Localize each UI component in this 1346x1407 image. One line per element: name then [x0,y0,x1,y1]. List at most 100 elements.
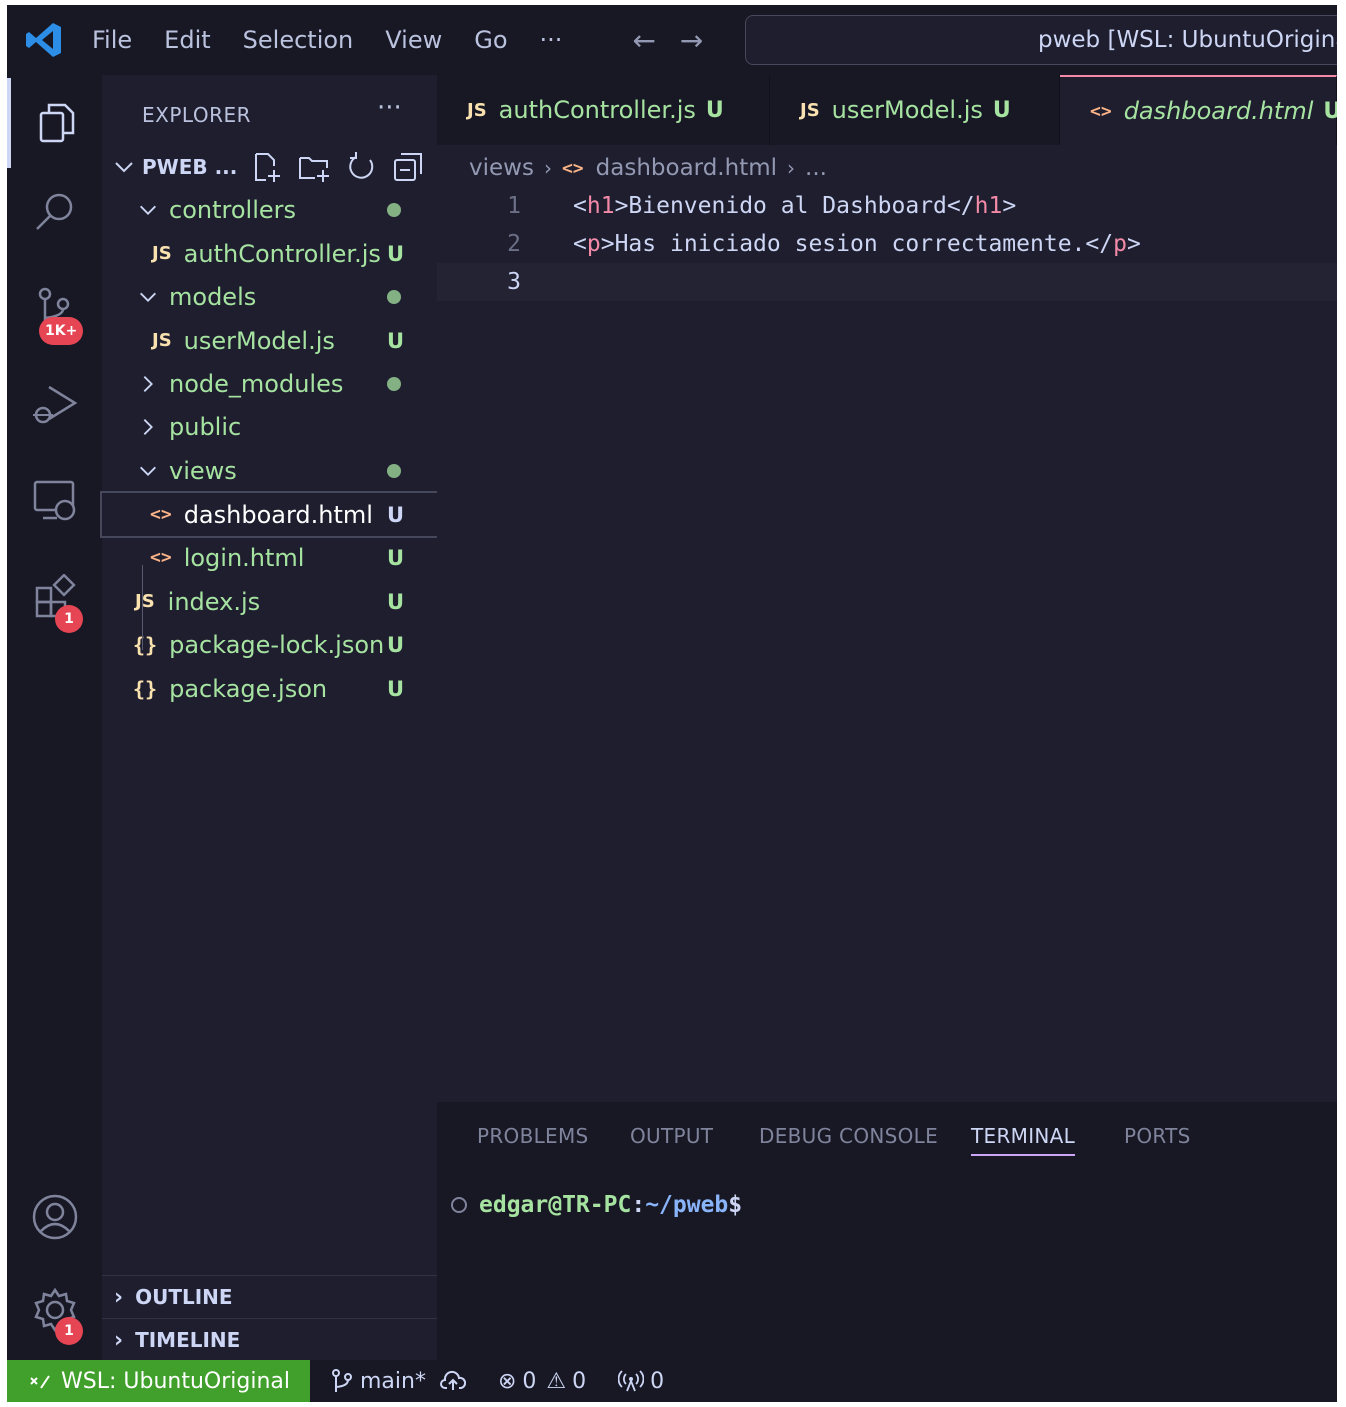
manage-activity[interactable]: 1 [7,1265,102,1355]
code-editor[interactable]: 1 <h1>Bienvenido al Dashboard</h1> 2 <p>… [437,185,1337,1100]
untracked-status: U [387,589,405,614]
tree-item-label: node_modules [169,369,344,398]
ports-count: 0 [650,1368,665,1394]
tree-file-authcontroller[interactable]: JS authController.js U [102,232,437,275]
editor-tabs: JS authController.js U JS userModel.js U… [437,75,1337,145]
menu-edit[interactable]: Edit [164,26,210,54]
tree-item-label: userModel.js [183,326,335,355]
remote-indicator[interactable]: WSL: UbuntuOriginal [7,1360,310,1402]
git-branch-status[interactable]: main* [330,1368,466,1394]
broadcast-icon [618,1370,645,1392]
menu-selection[interactable]: Selection [243,26,354,54]
code-tag-open: p [586,231,601,257]
run-debug-icon [32,385,77,424]
vscode-logo-icon [26,23,61,57]
search-activity[interactable] [7,168,102,258]
tree-file-package-lock[interactable]: {} package-lock.json U [102,623,437,666]
modified-dot [387,463,401,478]
tab-dashboard[interactable]: <> dashboard.html U [1060,75,1337,145]
tree-item-label: views [169,456,237,485]
tab-authcontroller[interactable]: JS authController.js U [437,75,770,145]
forward-arrow-icon[interactable]: → [680,24,703,57]
menu-more[interactable]: ··· [540,26,563,54]
explorer-activity[interactable] [7,78,102,168]
explorer-title: EXPLORER [142,103,251,127]
tree-file-index[interactable]: JS index.js U [102,580,437,623]
code-tag-close: p [1113,231,1127,257]
breadcrumb-rest[interactable]: ... [805,155,827,181]
account-icon [32,1194,77,1240]
chevron-right-icon: › [114,1327,124,1353]
refresh-icon[interactable] [344,150,378,184]
breadcrumb-folder[interactable]: views [469,155,534,181]
extensions-badge: 1 [55,605,83,633]
new-folder-icon[interactable] [297,150,331,184]
panel-tab-ports[interactable]: PORTS [1124,1124,1191,1148]
run-debug-activity[interactable] [7,360,102,450]
tree-item-label: package-lock.json [169,630,385,659]
javascript-file-icon: JS [467,99,487,121]
html-file-icon: <> [561,157,584,179]
outline-section[interactable]: › OUTLINE [102,1275,437,1318]
explorer-more-button[interactable]: ··· [377,93,402,123]
tab-label: dashboard.html [1123,97,1314,125]
new-file-icon[interactable] [250,150,284,184]
timeline-section[interactable]: › TIMELINE [102,1318,437,1361]
tree-file-usermodel[interactable]: JS userModel.js U [102,319,437,362]
extensions-activity[interactable]: 1 [7,553,102,643]
tree-file-package[interactable]: {} package.json U [102,667,437,710]
tree-item-label: login.html [183,543,305,572]
git-branch-icon [332,1369,352,1392]
source-control-activity[interactable]: 1K+ [7,263,102,353]
problems-status[interactable]: ⊗ 0 ⚠ 0 [498,1369,586,1394]
panel-tab-debug-console[interactable]: DEBUG CONSOLE [759,1124,938,1148]
html-file-icon: <> [150,547,172,568]
menu-file[interactable]: File [92,26,132,54]
tree-item-label: dashboard.html [183,500,373,529]
tree-item-label: index.js [167,587,261,616]
outline-label: OUTLINE [135,1285,233,1309]
code-content: Has iniciado sesion correctamente. [614,231,1086,257]
tree-item-label: package.json [169,674,328,703]
tree-folder-node-modules[interactable]: node_modules [102,362,437,405]
tab-status: U [1323,98,1337,124]
cloud-sync-icon[interactable] [439,1370,466,1392]
tree-file-dashboard[interactable]: <> dashboard.html U [100,491,439,538]
chevron-down-icon [115,162,133,173]
tree-folder-public[interactable]: public [102,405,437,448]
terminal-dollar: $ [728,1192,743,1218]
command-center-search[interactable]: pweb [WSL: UbuntuOriginal] [745,15,1337,65]
tree-folder-views[interactable]: views [102,449,437,492]
code-tag-open: h1 [586,193,615,219]
javascript-file-icon: JS [800,99,820,121]
tab-usermodel[interactable]: JS userModel.js U [770,75,1060,145]
panel-tab-terminal[interactable]: TERMINAL [971,1124,1076,1156]
code-tag-close: h1 [974,193,1003,219]
terminal-prompt[interactable]: edgar@TR-PC : ~/pweb $ [451,1192,742,1218]
back-arrow-icon[interactable]: ← [632,24,655,57]
error-icon: ⊗ [497,1368,517,1394]
panel-tab-problems[interactable]: PROBLEMS [477,1124,589,1148]
collapse-all-icon[interactable] [391,150,425,184]
workspace-folder-header[interactable]: PWEB ... [102,147,437,187]
menu-view[interactable]: View [385,26,442,54]
workspace-folder-name: PWEB ... [142,155,238,179]
panel-tab-output[interactable]: OUTPUT [630,1124,713,1148]
tab-status: U [705,97,724,123]
remote-explorer-activity[interactable] [7,455,102,545]
ports-status[interactable]: 0 [618,1369,664,1394]
tree-folder-models[interactable]: models [102,275,437,318]
chevron-down-icon [140,292,156,302]
accounts-activity[interactable] [7,1172,102,1262]
chevron-down-icon [140,466,156,476]
settings-badge: 1 [55,1317,83,1345]
breadcrumb-file[interactable]: dashboard.html [596,155,777,181]
warning-count: 0 [572,1368,587,1394]
tree-file-login[interactable]: <> login.html U [102,536,437,579]
search-icon [35,193,72,230]
tab-label: userModel.js [831,96,983,124]
line-number: 2 [507,231,521,257]
menu-go[interactable]: Go [474,26,507,54]
untracked-status: U [387,632,405,657]
tree-folder-controllers[interactable]: controllers [102,188,437,231]
